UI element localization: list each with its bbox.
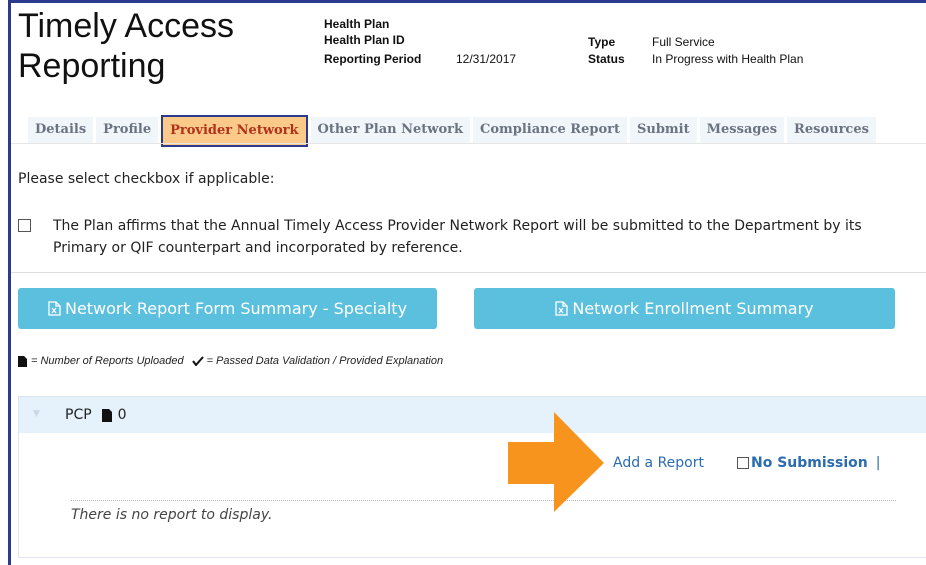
pcp-panel: ▼ PCP 0 Add a Report No Submission | The… [18,396,926,558]
checkbox-prompt: Please select checkbox if applicable: [18,171,275,187]
health-plan-label: Health Plan [324,17,390,31]
dotted-divider [71,500,896,501]
status-label: Status [588,52,625,66]
tab-resources[interactable]: Resources [787,117,876,143]
tab-bar: Details Profile Provider Network Other P… [28,115,879,147]
file-icon [101,408,112,422]
tab-profile[interactable]: Profile [96,117,159,143]
report-count: 0 [117,407,127,423]
reporting-period-label: Reporting Period [324,52,422,66]
checkmark-icon [191,356,204,366]
type-label: Type [588,35,616,49]
collapse-caret-icon[interactable]: ▼ [33,409,40,419]
pcp-label: PCP [65,407,92,423]
tab-divider [11,143,926,144]
excel-file-icon [48,301,61,316]
pcp-heading: PCP 0 [65,407,127,423]
pcp-panel-header[interactable]: ▼ PCP 0 [19,397,926,433]
affirm-label: The Plan affirms that the Annual Timely … [53,218,862,256]
status-value: In Progress with Health Plan [652,52,804,66]
enrollment-summary-button[interactable]: Network Enrollment Summary [474,288,895,329]
specialty-summary-button[interactable]: Network Report Form Summary - Specialty [18,288,437,329]
excel-file-icon [555,301,568,316]
page-title: Timely Access Reporting [18,7,235,85]
file-icon [18,355,27,367]
tab-details[interactable]: Details [28,117,94,143]
tab-other-plan-network[interactable]: Other Plan Network [310,117,470,143]
legend: = Number of Reports Uploaded = Passed Da… [18,355,443,367]
enrollment-summary-label: Network Enrollment Summary [572,299,814,318]
legend-uploaded: = Number of Reports Uploaded [31,355,184,367]
no-submission-checkbox[interactable] [737,457,749,469]
reporting-period-value: 12/31/2017 [456,52,517,66]
link-separator: | [875,455,881,471]
type-value: Full Service [652,35,715,49]
specialty-summary-label: Network Report Form Summary - Specialty [64,299,408,318]
section-divider [11,272,926,273]
affirm-checkbox[interactable] [18,219,31,232]
tab-compliance-report[interactable]: Compliance Report [472,117,627,143]
empty-state-message: There is no report to display. [71,507,273,523]
health-plan-id-label: Health Plan ID [324,33,405,47]
no-submission-label: No Submission [751,455,868,471]
tab-submit[interactable]: Submit [630,117,697,143]
legend-validated: = Passed Data Validation / Provided Expl… [206,355,444,367]
add-report-link[interactable]: Add a Report [613,455,704,471]
orange-arrow-icon [508,412,604,512]
no-submission-option[interactable]: No Submission | [737,455,880,471]
tab-messages[interactable]: Messages [699,117,785,143]
